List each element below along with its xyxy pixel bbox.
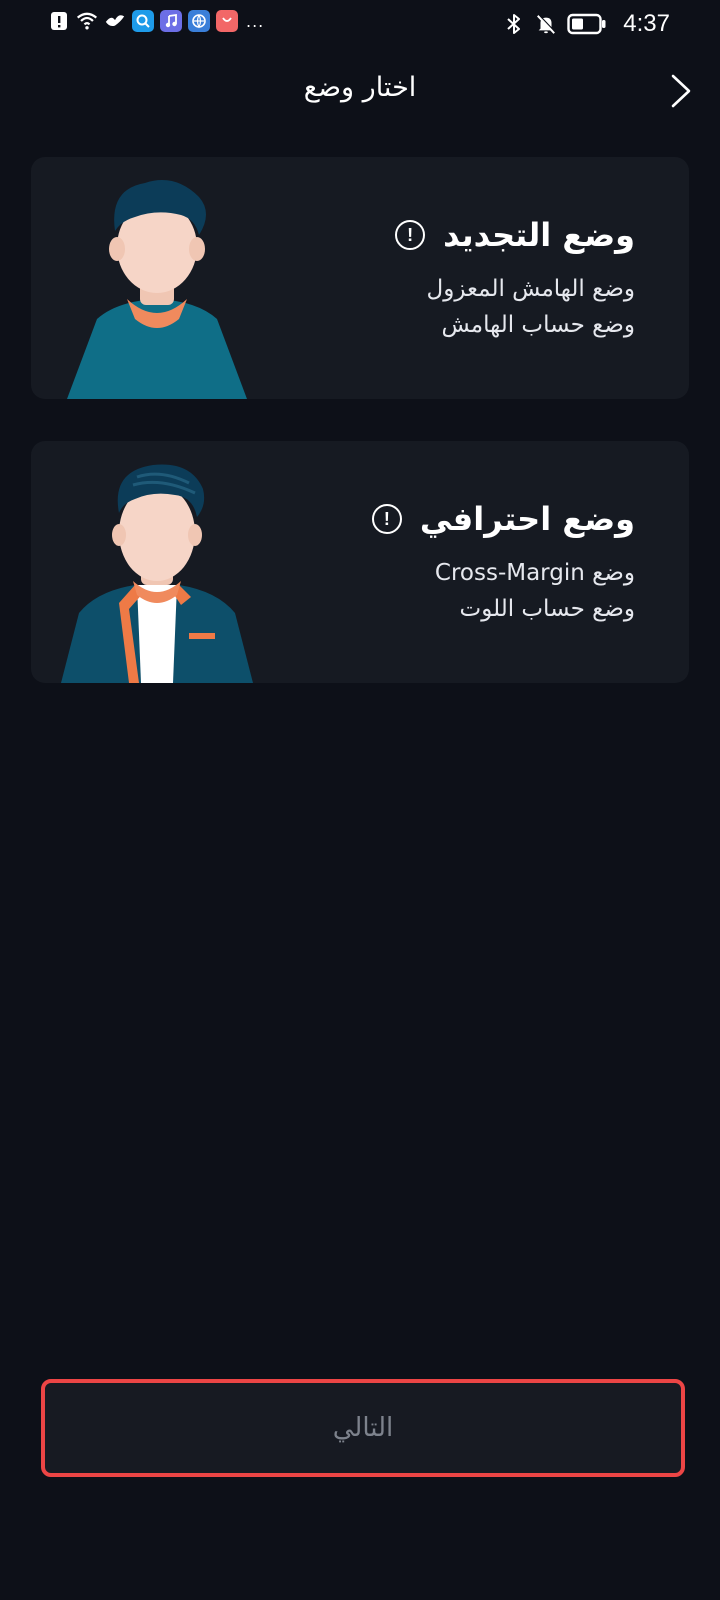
card-description: وضع الهامش المعزول وضع حساب الهامش: [275, 271, 635, 343]
professional-avatar-illustration: [61, 464, 253, 683]
status-bar-right: 4:37: [503, 10, 670, 38]
browser-app-icon: [188, 10, 210, 32]
mode-card-renewal[interactable]: وضع التجديد ! وضع الهامش المعزول وضع حسا…: [31, 157, 689, 399]
more-notifications-indicator: ...: [246, 11, 265, 31]
card-line: وضع Cross-Margin: [434, 560, 635, 586]
mode-card-professional[interactable]: وضع احترافي ! وضع Cross-Margin وضع حساب …: [31, 441, 689, 683]
card-title-row: وضع التجديد !: [275, 217, 635, 253]
next-button[interactable]: التالي: [45, 1383, 681, 1473]
card-line: وضع حساب اللوت: [459, 596, 635, 622]
page-title: اختار وضع: [303, 72, 417, 103]
alert-icon: [48, 10, 70, 32]
card-description: وضع Cross-Margin وضع حساب اللوت: [275, 555, 635, 627]
music-app-icon: [160, 10, 182, 32]
card-text: وضع احترافي ! وضع Cross-Margin وضع حساب …: [275, 441, 635, 627]
clock: 4:37: [623, 10, 670, 37]
header: اختار وضع: [0, 60, 720, 120]
battery-icon: [567, 13, 607, 35]
chevron-right-icon: [671, 74, 691, 108]
mute-icon: [535, 13, 557, 35]
card-title: وضع التجديد: [443, 216, 635, 254]
beginner-avatar-illustration: [67, 180, 247, 399]
info-icon[interactable]: !: [371, 504, 402, 534]
card-title: وضع احترافي: [419, 500, 635, 538]
card-line: وضع الهامش المعزول: [426, 276, 635, 302]
card-line: وضع حساب الهامش: [441, 312, 635, 338]
bluetooth-icon: [503, 13, 525, 35]
search-app-icon: [132, 10, 154, 32]
store-app-icon: [216, 10, 238, 32]
info-icon[interactable]: !: [395, 220, 426, 250]
back-button[interactable]: [664, 74, 698, 108]
card-title-row: وضع احترافي !: [275, 501, 635, 537]
status-bar: ... 4:37: [0, 0, 720, 48]
status-bar-left: ...: [48, 10, 264, 32]
next-button-highlight: التالي: [41, 1379, 685, 1477]
card-text: وضع التجديد ! وضع الهامش المعزول وضع حسا…: [275, 157, 635, 343]
wifi-icon: [76, 10, 98, 32]
bird-app-icon: [104, 10, 126, 32]
